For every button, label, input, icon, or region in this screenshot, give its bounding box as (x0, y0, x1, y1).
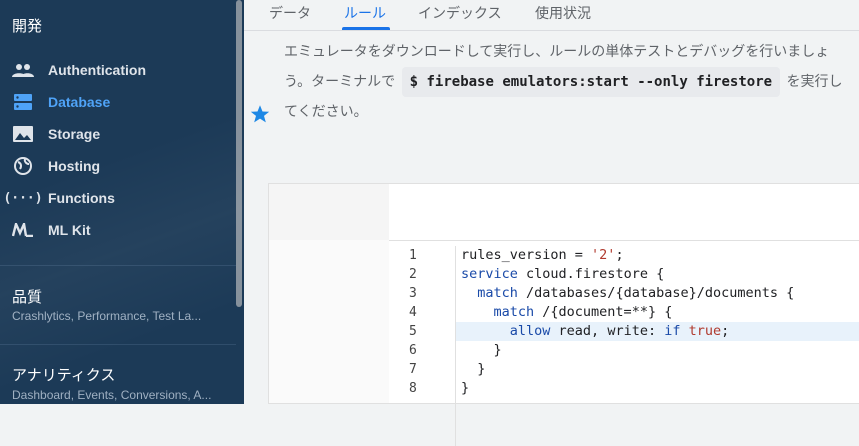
line-number: 7 (409, 362, 417, 377)
sidebar-item-authentication[interactable]: Authentication (0, 55, 230, 85)
line-number: 3 (409, 286, 417, 301)
sidebar: 開発 Authentication Database Storage Hosti… (0, 0, 244, 404)
code-token: if (664, 323, 681, 339)
section-title-quality[interactable]: 品質 (12, 286, 42, 307)
code-line[interactable]: match /{document=**} { (456, 303, 859, 322)
sidebar-item-database[interactable]: Database (0, 87, 230, 117)
rules-editor-card: 1 2 3 4 5 6 7 8 rules_version = '2'; ser… (268, 183, 859, 446)
section-subtitle-quality: Crashlytics, Performance, Test La... (12, 309, 202, 323)
people-icon (12, 61, 34, 79)
code-token: '2' (591, 247, 616, 263)
code-line[interactable]: service cloud.firestore { (456, 265, 859, 284)
sidebar-item-ml-kit[interactable]: ML Kit (0, 215, 230, 245)
code-line[interactable]: rules_version = '2'; (456, 246, 859, 265)
line-number: 8 (409, 381, 417, 396)
notice-text: エミュレータをダウンロードして実行し、ルールの単体テストとデバッグを行いましょ … (284, 37, 854, 127)
sidebar-item-label: ML Kit (48, 222, 91, 238)
sidebar-item-hosting[interactable]: Hosting (0, 151, 230, 181)
terminal-command: $ firebase emulators:start --only firest… (401, 67, 781, 97)
line-number: 4 (409, 305, 417, 320)
notice-line-1: エミュレータをダウンロードして実行し、ルールの単体テストとデバッグを行いましょ (284, 44, 830, 60)
code-token: match (493, 304, 535, 320)
section-title-analytics[interactable]: アナリティクス (12, 364, 115, 385)
section-title-dev: 開発 (12, 17, 43, 35)
sidebar-divider (0, 344, 236, 345)
sidebar-divider (0, 265, 236, 266)
tab-rules[interactable]: ルール (344, 3, 386, 23)
notice-line-2-post: を実行し (786, 74, 843, 90)
code-line-current[interactable]: allow read, write: if true; (456, 322, 859, 341)
code-editor[interactable]: 1 2 3 4 5 6 7 8 rules_version = '2'; ser… (389, 241, 859, 446)
code-token: cloud.firestore { (517, 266, 665, 282)
code-token: true (688, 323, 722, 339)
code-token: service (461, 266, 518, 282)
code-token: rules_version = (461, 247, 592, 263)
sidebar-item-storage[interactable]: Storage (0, 119, 230, 149)
line-numbers: 1 2 3 4 5 6 7 8 (389, 246, 456, 446)
globe-icon (12, 157, 34, 175)
main-content: データ ルール インデックス 使用状況 エミュレータをダウンロードして実行し、ル… (244, 0, 859, 446)
sidebar-item-label: Functions (48, 190, 115, 206)
sidebar-item-label: Authentication (48, 62, 146, 78)
section-subtitle-analytics: Dashboard, Events, Conversions, A... (12, 388, 212, 402)
active-tab-indicator (342, 27, 390, 30)
tab-indexes[interactable]: インデックス (418, 3, 502, 23)
code-token: ; (615, 247, 624, 263)
code-line[interactable]: } (456, 360, 859, 379)
line-number: 5 (409, 324, 417, 339)
code-line[interactable]: } (456, 379, 859, 398)
code-token: match (477, 285, 518, 301)
image-icon (12, 125, 34, 143)
line-number: 2 (409, 267, 417, 282)
history-panel (269, 184, 389, 240)
sidebar-item-functions[interactable]: (···) Functions (0, 183, 230, 213)
notice-line-2-pre: う。ターミナルで (284, 74, 396, 90)
sidebar-item-label: Hosting (48, 158, 101, 174)
sidebar-item-label: Database (48, 94, 111, 110)
star-icon (250, 105, 270, 123)
mlkit-icon (12, 221, 34, 239)
code-lines[interactable]: rules_version = '2'; service cloud.fires… (456, 246, 859, 398)
code-line[interactable]: match /databases/{database}/documents { (456, 284, 859, 303)
code-line[interactable]: } (456, 341, 859, 360)
tab-bar: データ ルール インデックス 使用状況 (244, 0, 859, 31)
code-token: allow (509, 323, 551, 339)
code-token: /{document=**} { (534, 304, 673, 320)
sidebar-scrollbar[interactable] (236, 0, 242, 307)
editor-toolbar (389, 184, 859, 241)
tab-data[interactable]: データ (269, 3, 311, 23)
notice-line-3: てください。 (284, 104, 368, 120)
emulator-notice: エミュレータをダウンロードして実行し、ルールの単体テストとデバッグを行いましょ … (244, 31, 859, 133)
sidebar-item-label: Storage (48, 126, 101, 142)
line-number: 6 (409, 343, 417, 358)
tab-usage[interactable]: 使用状況 (535, 3, 591, 23)
functions-icon: (···) (3, 190, 43, 206)
code-token: /databases/{database}/documents { (517, 285, 795, 301)
line-number: 1 (409, 248, 417, 263)
database-icon (12, 93, 34, 111)
code-token: ; (721, 323, 730, 339)
code-token: read, write: (550, 323, 665, 339)
